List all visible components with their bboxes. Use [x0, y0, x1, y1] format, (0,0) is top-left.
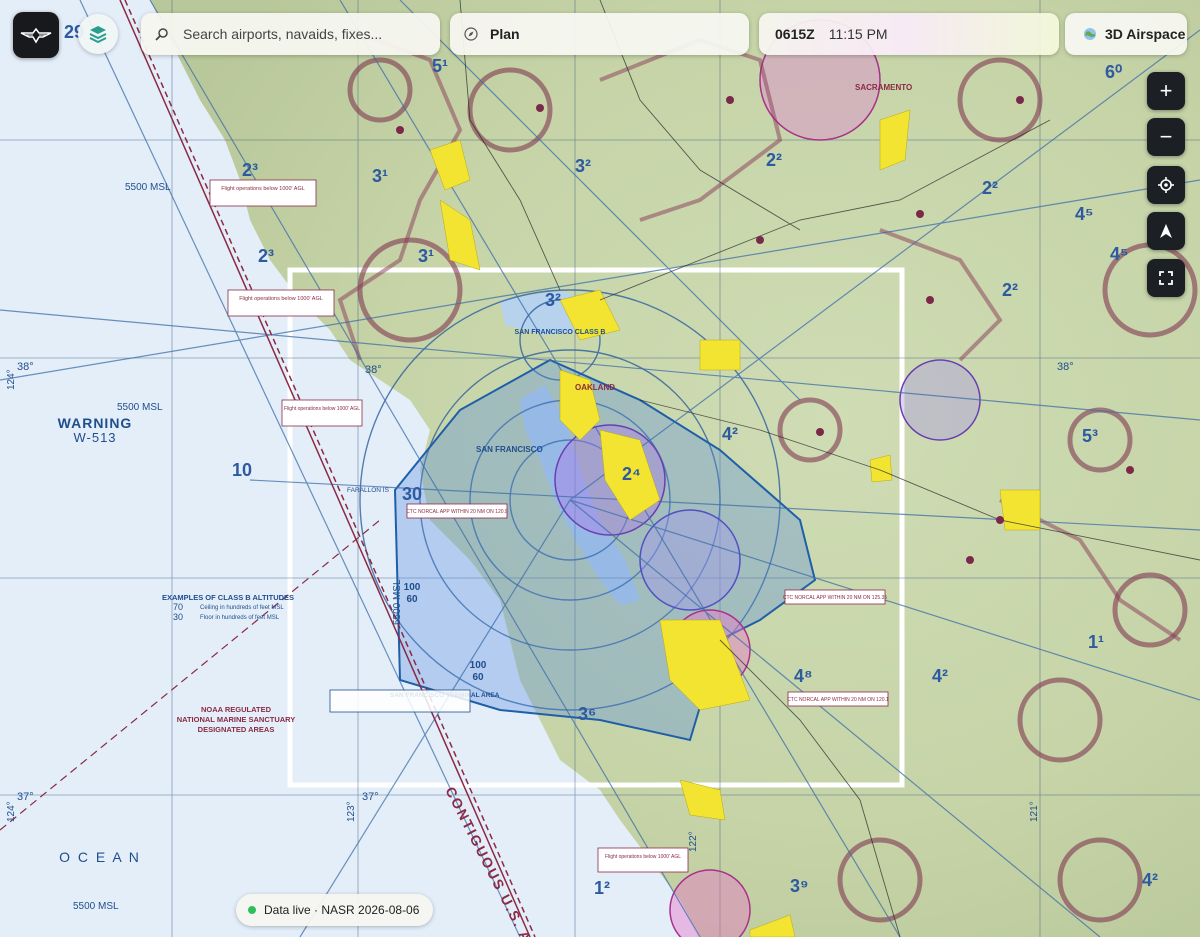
city-oakland-label: OAKLAND	[575, 383, 615, 392]
mef-42b: 4²	[932, 666, 948, 686]
status-text: Data live · NASR 2026-08-06	[264, 903, 420, 917]
note-flight-ops-4: Flight operations below 1000' AGL	[605, 854, 681, 860]
north-up-button[interactable]	[1147, 212, 1185, 250]
search-bar[interactable]	[141, 13, 440, 55]
examples-70: 70	[173, 602, 183, 612]
mef-12: 1²	[594, 878, 610, 898]
mef-45b: 4⁵	[1110, 244, 1128, 264]
city-sacramento-label: SACRAMENTO	[855, 83, 912, 92]
msl-label-4: 5500 MSL	[392, 579, 403, 625]
class-b-floor-a: 60	[406, 594, 418, 605]
mef-22c: 2²	[1002, 280, 1018, 300]
class-b-ceiling-a: 100	[404, 582, 421, 593]
locate-button[interactable]	[1147, 166, 1185, 204]
time-display: 0615Z 11:15 PM	[759, 13, 1059, 55]
note-flight-ops-1: Flight operations below 1000' AGL	[221, 186, 305, 192]
zoom-out-icon: −	[1159, 124, 1173, 149]
fullscreen-button[interactable]	[1147, 259, 1185, 297]
examples-ceiling-text: Ceiling in hundreds of feet MSL	[200, 605, 284, 611]
note-flight-ops-2: Flight operations below 1000' AGL	[239, 296, 323, 302]
mef-32a: 3²	[575, 156, 591, 176]
mef-22a: 2²	[766, 150, 782, 170]
layers-icon	[89, 26, 107, 44]
mef-60: 6⁰	[1105, 62, 1122, 82]
lat-38-label: 38°	[17, 361, 34, 373]
sanctuary-label-2: NATIONAL MARINE SANCTUARY	[177, 715, 296, 724]
mef-24: 2⁴	[622, 464, 641, 484]
lon-123-label: 123°	[346, 801, 357, 822]
lon-122-label: 122°	[688, 831, 699, 852]
lat-37-label: 37°	[17, 791, 34, 803]
msl-label-1: 5500 MSL	[125, 182, 171, 193]
sectional-chart-map[interactable]: WARNING W-513 5500 MSL 5500 MSL 5500 MSL…	[0, 0, 1200, 937]
city-sfo-label: SAN FRANCISCO	[476, 445, 543, 454]
sanctuary-label-3: DESIGNATED AREAS	[198, 725, 275, 734]
search-icon	[155, 28, 168, 41]
note-ctc-2: CTC NORCAL APP WITHIN 20 NM ON 125.35	[783, 595, 887, 601]
search-input[interactable]	[181, 25, 425, 43]
examples-floor-text: Floor in hundreds of feet MSL	[200, 615, 280, 621]
lon-121-label: 121°	[1029, 801, 1040, 822]
status-dot-icon	[248, 906, 256, 914]
lat-38-label-2: 38°	[365, 364, 382, 376]
app-logo-button[interactable]	[13, 12, 59, 58]
plan-button[interactable]: Plan	[450, 13, 749, 55]
mef-42c: 4²	[1142, 870, 1158, 890]
mef-42a: 4²	[722, 424, 738, 444]
mef-36: 3⁶	[578, 704, 596, 724]
lat-37-label-2: 37°	[362, 791, 379, 803]
mef-10: 10	[232, 460, 252, 480]
class-b-ceiling-b: 100	[470, 660, 487, 671]
examples-class-b-title: EXAMPLES OF CLASS B ALTITUDES	[162, 593, 294, 602]
3d-airspace-label: 3D Airspace	[1105, 26, 1186, 42]
mef-51: 5¹	[432, 56, 448, 76]
3d-airspace-button[interactable]: 3D Airspace	[1065, 13, 1187, 55]
mef-32b: 3²	[545, 290, 561, 310]
north-up-icon	[1160, 224, 1172, 238]
local-time: 11:15 PM	[828, 26, 888, 42]
mef-39: 3⁹	[790, 876, 809, 896]
msl-label-3: 5500 MSL	[73, 901, 119, 912]
lat-38-label-3: 38°	[1057, 361, 1074, 373]
ocean-label: O C E A N	[59, 849, 141, 865]
compass-icon	[464, 27, 478, 41]
note-ctc-1: CTC NORCAL APP WITHIN 20 NM ON 120.9	[406, 509, 508, 515]
warning-area-id: W-513	[73, 430, 116, 445]
mef-53: 5³	[1082, 426, 1098, 446]
mef-11: 1¹	[1088, 632, 1104, 652]
mef-23a: 2³	[242, 160, 258, 180]
examples-30: 30	[173, 612, 183, 622]
zoom-in-icon: +	[1159, 78, 1173, 103]
globe-icon	[1084, 28, 1096, 40]
locate-icon	[1158, 177, 1174, 193]
lon-124-label-a: 124°	[6, 369, 17, 390]
warning-area-label: WARNING	[58, 415, 133, 431]
msl-label-2: 5500 MSL	[117, 402, 163, 413]
note-flight-ops-3: Flight operations below 1000' AGL	[284, 406, 360, 412]
plan-label: Plan	[490, 26, 520, 42]
data-status-pill: Data live · NASR 2026-08-06	[236, 894, 434, 926]
mef-31a: 3¹	[372, 166, 388, 186]
mef-30: 30	[402, 484, 422, 504]
mef-48: 4⁸	[794, 666, 813, 686]
mef-23b: 2³	[258, 246, 274, 266]
fullscreen-icon	[1159, 271, 1173, 285]
class-b-floor-b: 60	[472, 672, 484, 683]
mef-31b: 3¹	[418, 246, 434, 266]
class-b-label: SAN FRANCISCO CLASS B	[514, 329, 605, 336]
lon-124-label-b: 124°	[6, 801, 17, 822]
mef-45a: 4⁵	[1075, 204, 1093, 224]
farallon-label: FARALLON IS	[347, 487, 390, 494]
zoom-out-button[interactable]: −	[1147, 118, 1185, 156]
sanctuary-label-1: NOAA REGULATED	[201, 705, 272, 714]
mef-22b: 2²	[982, 178, 998, 198]
zulu-time: 0615Z	[775, 26, 815, 42]
zoom-in-button[interactable]: +	[1147, 72, 1185, 110]
layers-button[interactable]	[78, 14, 118, 54]
wings-logo-icon	[20, 27, 52, 44]
note-ctc-3: CTC NORCAL APP WITHIN 20 NM ON 120.1	[787, 697, 889, 703]
